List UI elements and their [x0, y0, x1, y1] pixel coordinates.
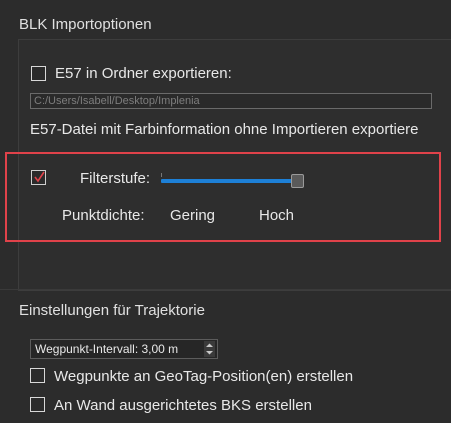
waypoint-interval-spinbox[interactable]: Wegpunkt-Intervall: 3,00 m [30, 339, 218, 359]
import-options-panel: BLK Importoptionen E57 in Ordner exporti… [0, 0, 451, 423]
geotag-waypoints-label: Wegpunkte an GeoTag-Position(en) erstell… [54, 368, 354, 385]
color-info-text: E57-Datei mit Farbinformation ohne Impor… [30, 121, 419, 138]
wall-ucs-label: An Wand ausgerichtetes BKS erstellen [54, 397, 312, 414]
filter-level-label: Filterstufe: [80, 170, 151, 187]
e57-export-label: E57 in Ordner exportieren: [55, 65, 232, 82]
trajectory-section-title: Einstellungen für Trajektorie [19, 302, 205, 319]
filter-checkbox[interactable] [31, 170, 46, 185]
point-density-label: Punktdichte: [62, 207, 145, 224]
filter-slider-track[interactable] [161, 179, 301, 183]
filter-highlight-box [5, 152, 441, 242]
section-divider [0, 289, 451, 290]
e57-export-checkbox[interactable] [31, 66, 46, 81]
filter-slider-thumb[interactable] [291, 174, 304, 188]
slider-tick [161, 173, 162, 177]
export-path-input[interactable]: C:/Users/Isabell/Desktop/Implenia [30, 93, 432, 109]
density-high-label: Hoch [259, 207, 295, 224]
spin-arrows-icon[interactable] [204, 341, 215, 357]
check-icon [34, 171, 45, 183]
geotag-waypoints-checkbox[interactable] [30, 368, 45, 383]
blk-section-title: BLK Importoptionen [19, 16, 152, 33]
wall-ucs-checkbox[interactable] [30, 397, 45, 412]
waypoint-interval-value: Wegpunkt-Intervall: 3,00 m [35, 342, 179, 356]
density-low-label: Gering [170, 207, 216, 224]
